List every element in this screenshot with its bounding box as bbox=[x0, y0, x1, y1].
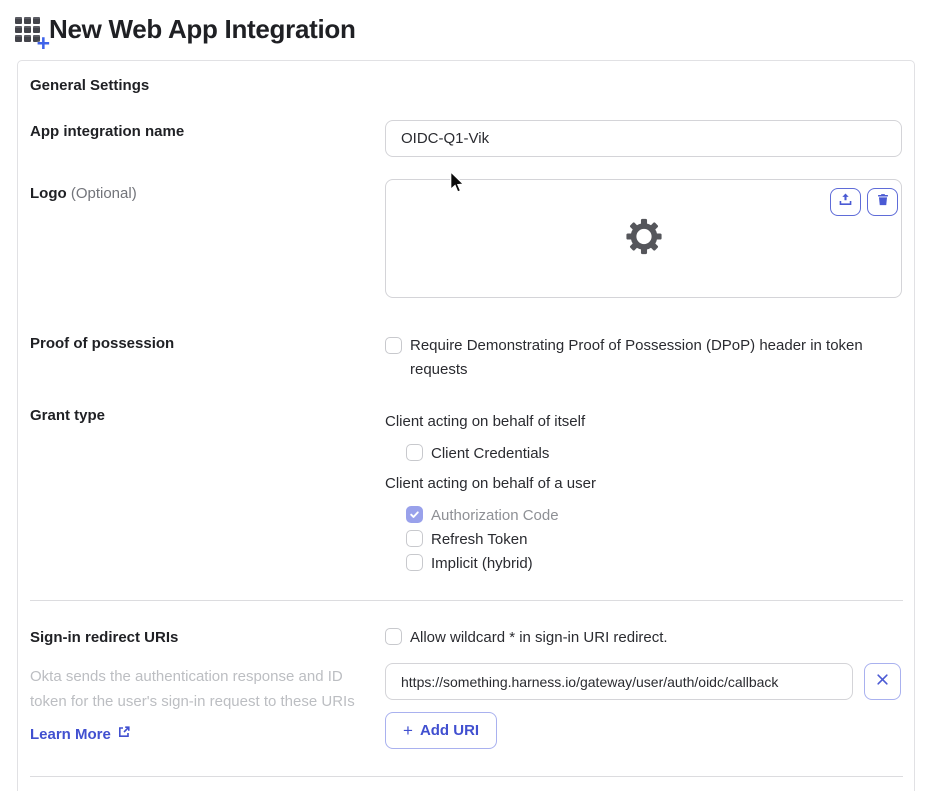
app-grid-plus-icon: + bbox=[15, 16, 50, 55]
authorization-code-label: Authorization Code bbox=[431, 507, 559, 524]
learn-more-label: Learn More bbox=[30, 725, 111, 743]
add-uri-label: Add URI bbox=[419, 722, 480, 739]
dpop-option[interactable]: Require Demonstrating Proof of Possessio… bbox=[385, 334, 870, 382]
implicit-hybrid-checkbox[interactable] bbox=[406, 554, 423, 571]
wildcard-option[interactable]: Allow wildcard * in sign-in URI redirect… bbox=[385, 628, 668, 647]
logo-optional-hint: (Optional) bbox=[70, 185, 137, 202]
wildcard-option-label: Allow wildcard * in sign-in URI redirect… bbox=[410, 629, 668, 646]
close-icon bbox=[876, 673, 889, 691]
refresh-token-option[interactable]: Refresh Token bbox=[406, 530, 527, 549]
plus-icon: + bbox=[403, 720, 413, 740]
upload-logo-button[interactable] bbox=[830, 188, 861, 216]
add-uri-button[interactable]: + Add URI bbox=[385, 712, 498, 749]
dpop-option-label: Require Demonstrating Proof of Possessio… bbox=[410, 337, 863, 378]
page-title: New Web App Integration bbox=[49, 14, 356, 44]
learn-more-link[interactable]: Learn More bbox=[30, 725, 131, 743]
implicit-hybrid-option[interactable]: Implicit (hybrid) bbox=[406, 554, 533, 573]
delete-logo-button[interactable] bbox=[867, 188, 898, 216]
section-title: General Settings bbox=[30, 77, 150, 94]
proof-label: Proof of possession bbox=[30, 335, 175, 352]
grant-type-label: Grant type bbox=[30, 407, 106, 424]
plus-icon: + bbox=[36, 30, 50, 56]
remove-uri-button[interactable] bbox=[864, 663, 901, 700]
check-icon bbox=[410, 511, 419, 518]
authorization-code-checkbox[interactable] bbox=[406, 506, 423, 523]
gear-icon bbox=[625, 217, 663, 260]
authorization-code-option[interactable]: Authorization Code bbox=[406, 506, 559, 525]
trash-icon bbox=[876, 192, 890, 212]
new-web-app-integration-page: + New Web App Integration General Settin… bbox=[0, 0, 937, 791]
upload-icon bbox=[838, 192, 853, 212]
redirect-help-text: Okta sends the authentication response a… bbox=[30, 668, 355, 710]
client-credentials-label: Client Credentials bbox=[431, 445, 550, 462]
app-name-label: App integration name bbox=[30, 123, 185, 140]
wildcard-checkbox[interactable] bbox=[385, 628, 402, 645]
dpop-checkbox[interactable] bbox=[385, 337, 402, 354]
client-credentials-option[interactable]: Client Credentials bbox=[406, 444, 549, 463]
external-link-icon bbox=[117, 725, 131, 743]
client-credentials-checkbox[interactable] bbox=[406, 444, 423, 461]
implicit-hybrid-label: Implicit (hybrid) bbox=[431, 555, 533, 572]
logo-label: Logo (Optional) bbox=[30, 185, 137, 202]
app-name-input[interactable] bbox=[385, 120, 902, 157]
bottom-divider bbox=[30, 776, 903, 777]
grant-group-user-heading: Client acting on behalf of a user bbox=[385, 475, 596, 492]
refresh-token-checkbox[interactable] bbox=[406, 530, 423, 547]
logo-upload-area[interactable] bbox=[385, 179, 902, 298]
redirect-uri-input[interactable] bbox=[385, 663, 853, 700]
logo-label-text: Logo bbox=[30, 185, 67, 202]
grant-group-itself-heading: Client acting on behalf of itself bbox=[385, 413, 586, 430]
redirect-uris-label: Sign-in redirect URIs bbox=[30, 629, 179, 646]
refresh-token-label: Refresh Token bbox=[431, 531, 528, 548]
section-divider bbox=[30, 600, 903, 601]
